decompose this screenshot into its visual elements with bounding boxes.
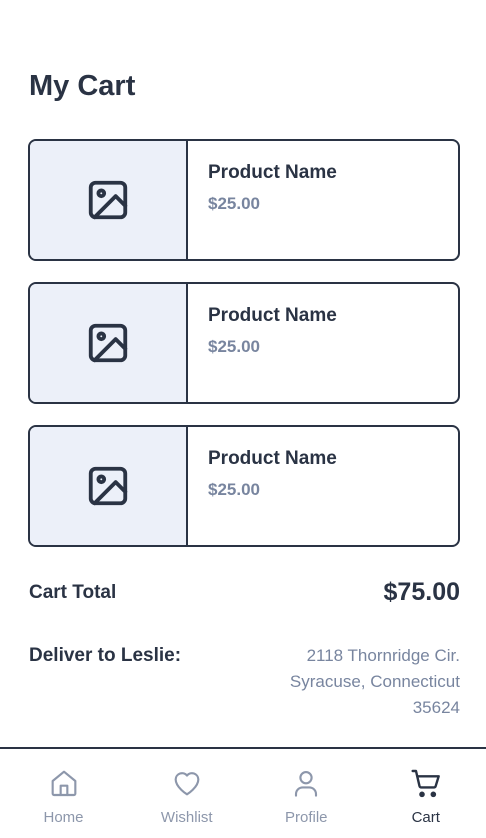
tab-profile[interactable]: Profile	[247, 749, 367, 838]
product-info: Product Name $25.00	[188, 284, 337, 402]
product-info: Product Name $25.00	[188, 141, 337, 259]
page-title: My Cart	[29, 70, 136, 102]
image-icon	[88, 323, 128, 363]
user-icon	[295, 771, 318, 797]
cart-total-label: Cart Total	[29, 581, 117, 603]
product-price: $25.00	[208, 194, 260, 213]
home-icon	[51, 770, 76, 797]
product-thumbnail	[30, 284, 188, 402]
product-name: Product Name	[208, 448, 337, 469]
cart-total-row: Cart Total $75.00	[29, 578, 460, 607]
tab-home-label: Home	[43, 809, 84, 826]
address-line: 35624	[412, 698, 460, 717]
product-price: $25.00	[208, 480, 260, 499]
delivery-label: Deliver to Leslie:	[29, 645, 182, 666]
delivery-row: Deliver to Leslie: 2118 Thornridge Cir. …	[29, 645, 460, 721]
cart-item[interactable]: Product Name $25.00	[28, 139, 460, 261]
cart-item[interactable]: Product Name $25.00	[28, 425, 460, 547]
heart-icon	[174, 772, 200, 796]
tab-wishlist-label: Wishlist	[160, 809, 213, 826]
product-name: Product Name	[208, 305, 337, 326]
address-line: 2118 Thornridge Cir.	[306, 646, 460, 665]
tab-wishlist[interactable]: Wishlist	[127, 749, 247, 838]
product-name: Product Name	[208, 162, 337, 183]
image-icon	[88, 180, 128, 220]
delivery-address: 2118 Thornridge Cir. Syracuse, Connectic…	[290, 643, 460, 721]
product-price: $25.00	[208, 337, 260, 356]
product-thumbnail	[30, 427, 188, 545]
product-thumbnail	[30, 141, 188, 259]
tab-profile-label: Profile	[284, 809, 328, 826]
tab-cart[interactable]: Cart	[366, 749, 486, 838]
cart-icon	[411, 769, 440, 798]
product-info: Product Name $25.00	[188, 427, 337, 545]
address-line: Syracuse, Connecticut	[289, 672, 460, 691]
cart-list: Product Name $25.00 Product Name $25.00	[28, 139, 460, 568]
bottom-tab-bar: Home Wishlist Profile Cart	[0, 747, 486, 838]
tab-home[interactable]: Home	[0, 749, 127, 838]
cart-total-value: $75.00	[383, 578, 460, 606]
cart-item[interactable]: Product Name $25.00	[28, 282, 460, 404]
image-icon	[88, 466, 128, 506]
tab-cart-label: Cart	[411, 809, 440, 826]
